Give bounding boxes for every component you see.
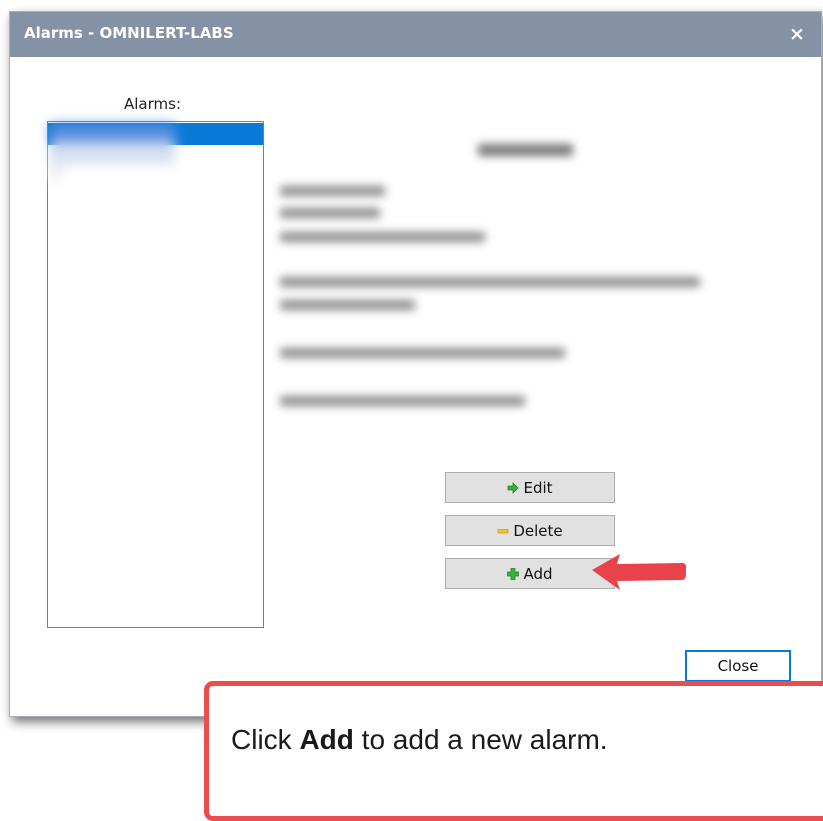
alarm-list-label: Alarms:	[124, 95, 182, 113]
edit-button[interactable]: Edit	[445, 472, 615, 503]
close-button-label: Close	[717, 657, 759, 675]
yellow-minus-icon	[497, 525, 509, 537]
delete-button[interactable]: Delete	[445, 515, 615, 546]
alarm-list[interactable]	[47, 121, 264, 628]
green-plus-icon	[507, 567, 520, 580]
close-button[interactable]: Close	[685, 650, 791, 682]
edit-button-label: Edit	[523, 478, 553, 497]
list-item-redacted[interactable]	[50, 124, 175, 180]
callout-box: Click Add to add a new alarm.	[204, 681, 823, 821]
close-icon[interactable]: ×	[785, 21, 809, 47]
add-button-label: Add	[523, 564, 553, 583]
delete-button-label: Delete	[513, 521, 563, 540]
callout-bold-word: Add	[299, 724, 354, 755]
title-bar[interactable]: Alarms - OMNILERT-LABS ×	[10, 12, 821, 57]
alarms-dialog: Alarms - OMNILERT-LABS × Alarms: Edit De…	[9, 11, 822, 717]
callout-text: Click Add to add a new alarm.	[231, 724, 608, 755]
red-arrow-pointer	[592, 554, 687, 590]
window-title: Alarms - OMNILERT-LABS	[24, 24, 234, 42]
alarm-details-redacted	[278, 124, 728, 414]
green-arrow-right-icon	[507, 481, 519, 494]
